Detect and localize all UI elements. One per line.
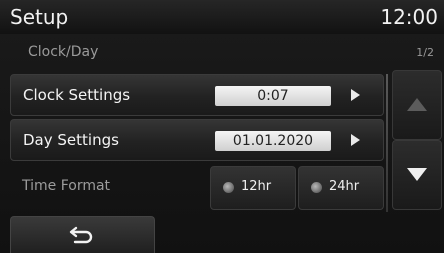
clock-value: 0:07	[215, 86, 331, 106]
section-title: Clock/Day	[28, 44, 99, 60]
clock-display: 12:00	[380, 5, 438, 29]
option-label-24hr: 24hr	[329, 179, 360, 194]
time-format-row: Time Format 12hr 24hr	[10, 166, 384, 210]
back-button[interactable]	[10, 216, 155, 253]
header-bar: Setup 12:00	[0, 0, 444, 34]
chevron-right-icon	[351, 134, 360, 146]
scroll-down-button[interactable]	[392, 140, 442, 210]
clock-settings-label: Clock Settings	[23, 86, 131, 104]
option-label-12hr: 12hr	[241, 179, 272, 194]
time-format-12hr-button[interactable]: 12hr	[210, 166, 296, 210]
back-arrow-icon	[69, 226, 93, 244]
triangle-up-icon	[407, 98, 427, 111]
day-settings-row[interactable]: Day Settings 01.01.2020	[10, 119, 384, 161]
triangle-down-icon	[407, 168, 427, 181]
day-settings-label: Day Settings	[23, 131, 119, 149]
clock-settings-row[interactable]: Clock Settings 0:07	[10, 74, 384, 116]
scroll-up-button[interactable]	[392, 70, 442, 140]
radio-icon	[311, 182, 322, 193]
time-format-24hr-button[interactable]: 24hr	[298, 166, 384, 210]
page-title: Setup	[10, 5, 69, 29]
page-indicator: 1/2	[416, 46, 434, 59]
time-format-label: Time Format	[22, 178, 111, 194]
scroll-divider	[386, 74, 388, 212]
radio-icon	[223, 182, 234, 193]
day-value: 01.01.2020	[215, 131, 331, 151]
setup-screen: Setup 12:00 Clock/Day 1/2 Clock Settings…	[0, 0, 444, 253]
subheader-bar: Clock/Day 1/2	[0, 38, 444, 66]
chevron-right-icon	[351, 89, 360, 101]
